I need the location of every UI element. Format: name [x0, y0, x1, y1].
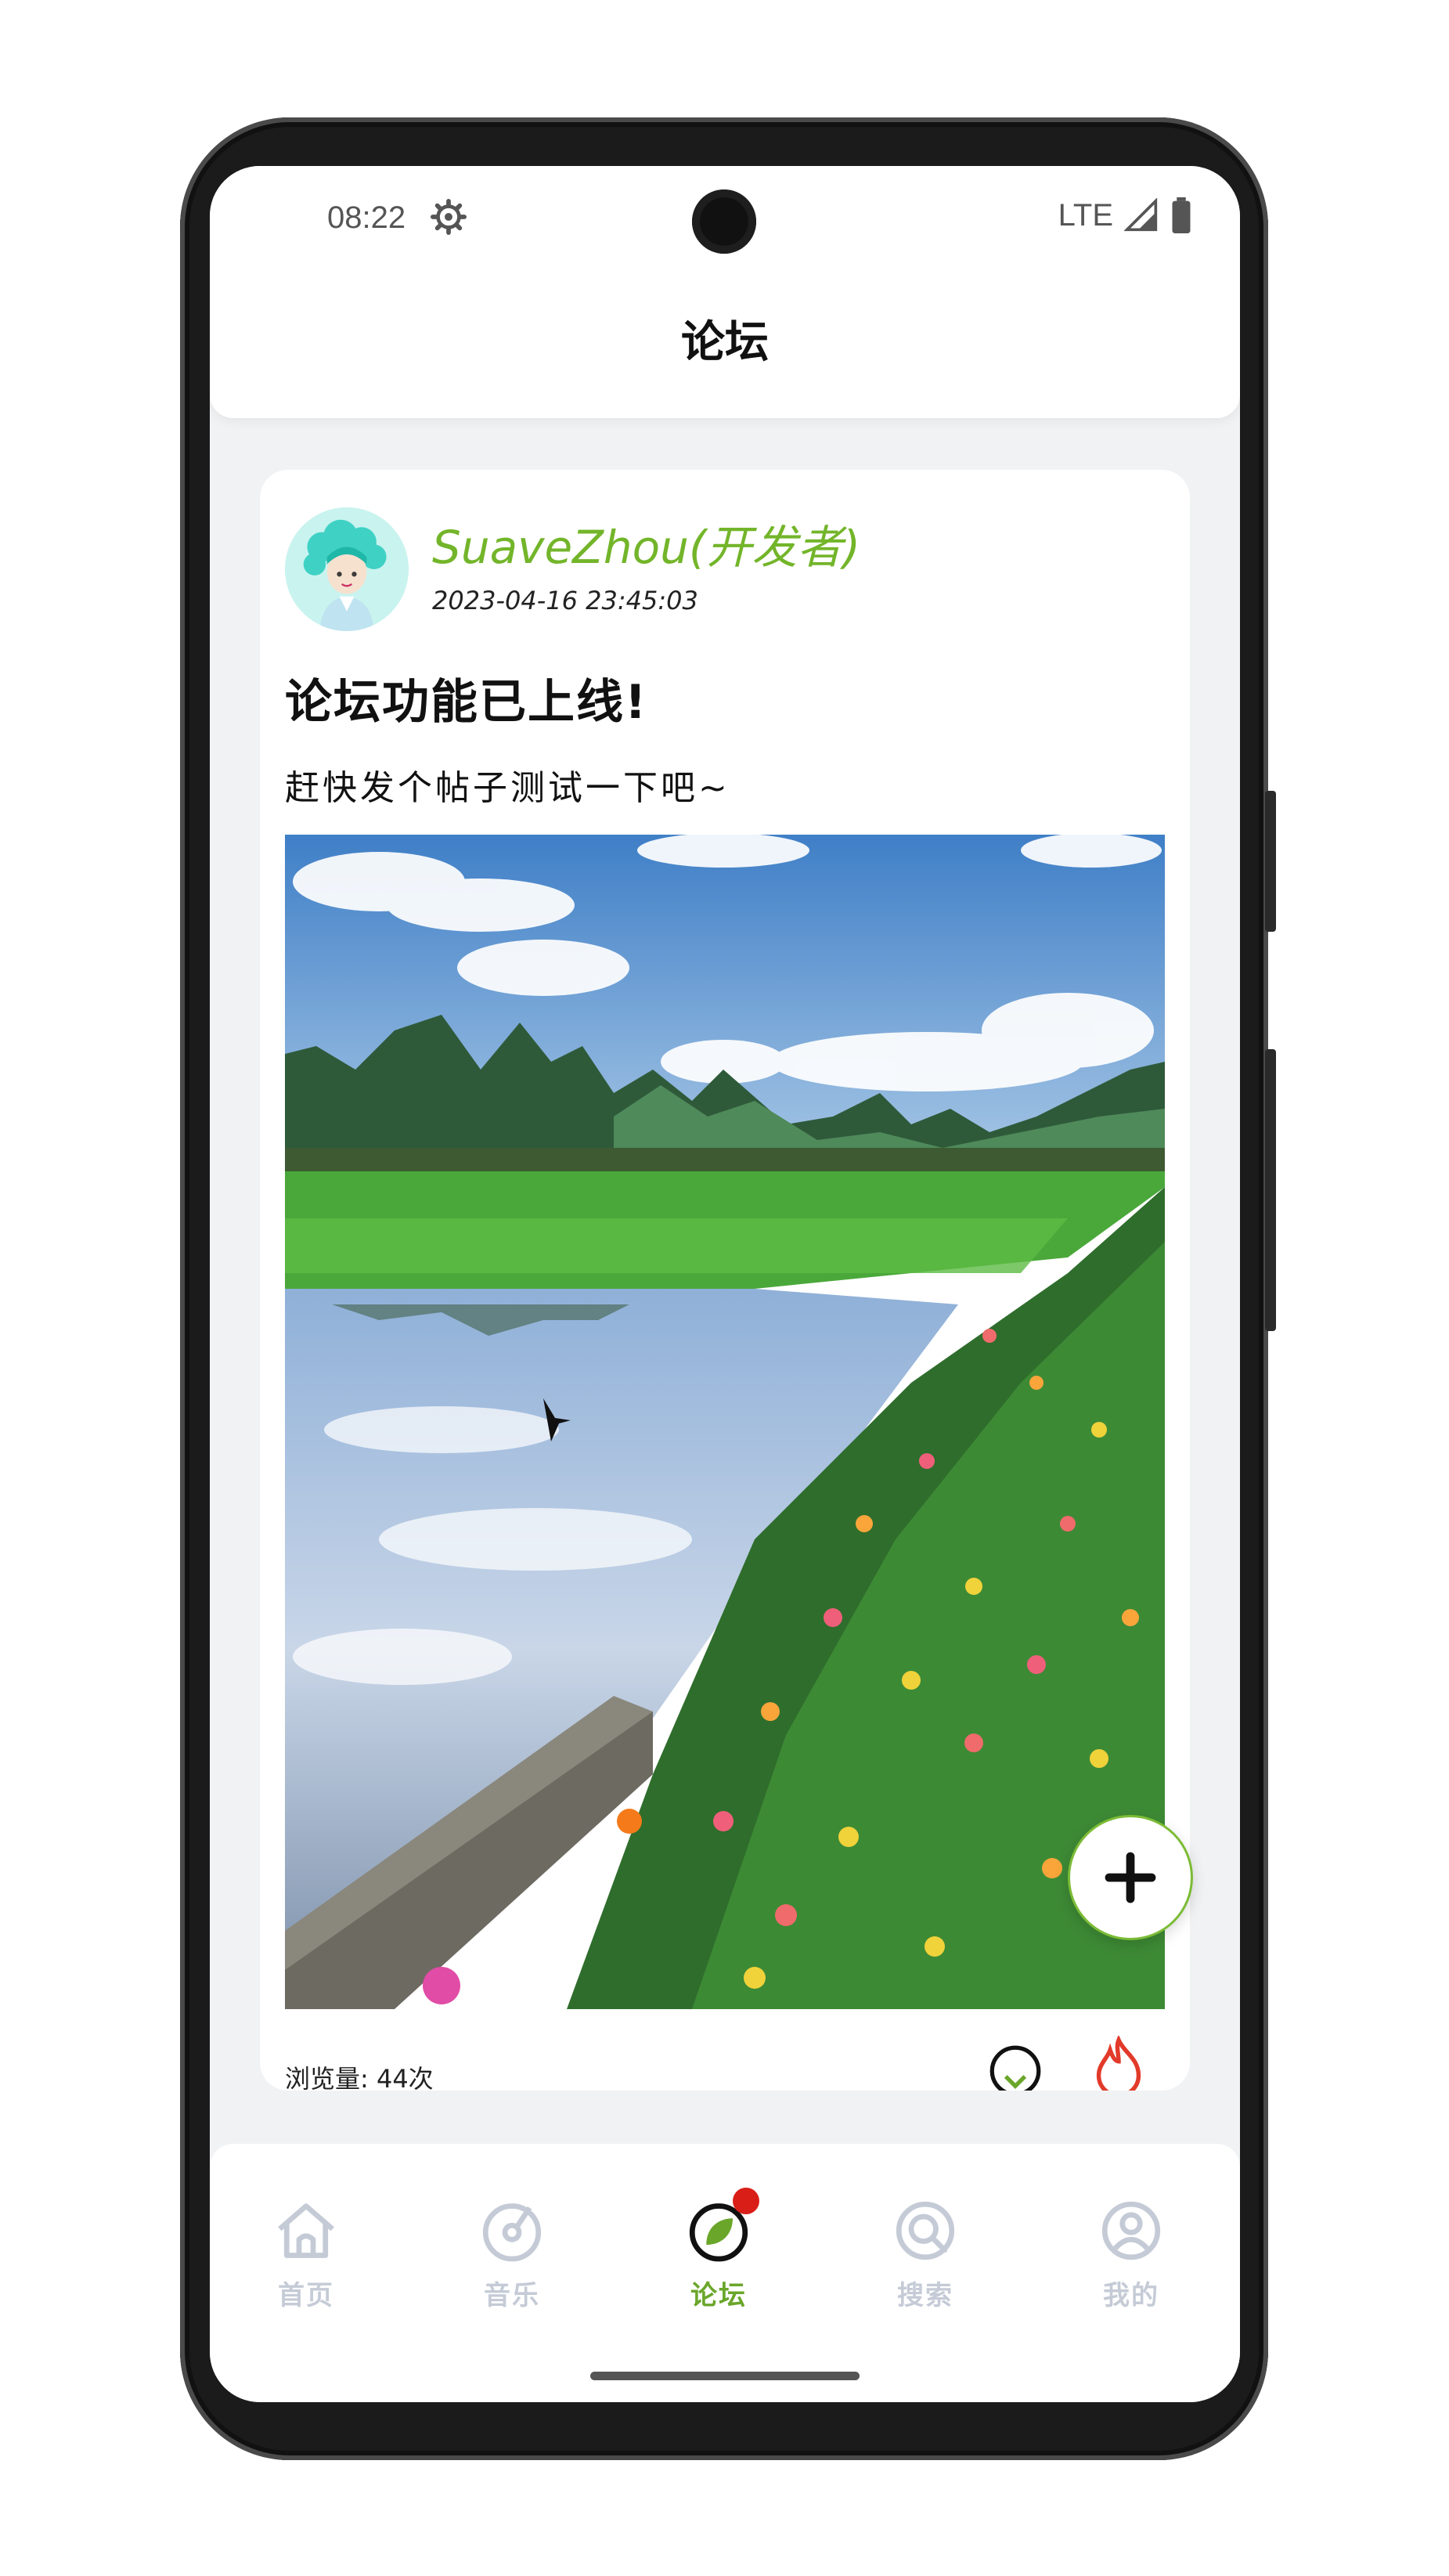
- signal-icon: [1124, 198, 1158, 232]
- nav-label-home: 首页: [278, 2280, 334, 2311]
- status-indicators: LTE: [1058, 197, 1193, 233]
- home-indicator[interactable]: [590, 2372, 860, 2380]
- settings-gear-icon: [431, 199, 467, 235]
- status-time: 08:22: [327, 200, 406, 235]
- nav-item-forum[interactable]: 论坛: [656, 2188, 781, 2312]
- home-icon: [278, 2203, 334, 2258]
- bottom-navigation: 首页 音乐 论坛 搜索 我的: [210, 2144, 1240, 2402]
- post-body: 赶快发个帖子测试一下吧~: [285, 768, 730, 808]
- fire-icon[interactable]: [1090, 2036, 1148, 2091]
- page-title: 论坛: [681, 317, 769, 368]
- post-timestamp: 2023-04-16 23:45:03: [432, 586, 698, 615]
- plus-icon: [1105, 1852, 1156, 1903]
- post-image[interactable]: [285, 835, 1165, 2009]
- add-post-button[interactable]: [1068, 1815, 1193, 1940]
- app-screen: 08:22 LTE 论坛 SuaveZhou(开发者) 2023-04-16 2…: [210, 166, 1240, 2402]
- nav-item-music[interactable]: 音乐: [449, 2195, 575, 2312]
- power-button: [1265, 791, 1276, 932]
- like-icon[interactable]: [988, 2044, 1043, 2091]
- nav-label-profile: 我的: [1103, 2280, 1159, 2311]
- nav-item-search[interactable]: 搜索: [863, 2195, 988, 2312]
- post-title: 论坛功能已上线!: [285, 675, 648, 730]
- front-camera: [692, 189, 756, 254]
- user-avatar[interactable]: [285, 507, 409, 631]
- nav-item-profile[interactable]: 我的: [1069, 2195, 1194, 2312]
- volume-button: [1265, 1049, 1276, 1331]
- app-header: 08:22 LTE 论坛: [210, 166, 1240, 418]
- notification-badge: [733, 2188, 759, 2214]
- profile-icon: [1101, 2201, 1161, 2260]
- nav-label-forum: 论坛: [690, 2280, 747, 2311]
- nav-label-music: 音乐: [484, 2280, 540, 2311]
- battery-icon: [1172, 197, 1191, 233]
- nav-label-search: 搜索: [897, 2280, 953, 2311]
- view-count: 浏览量: 44次: [285, 2064, 434, 2091]
- nav-item-home[interactable]: 首页: [243, 2195, 369, 2312]
- network-type: LTE: [1058, 197, 1113, 233]
- music-icon: [482, 2203, 542, 2262]
- post-author[interactable]: SuaveZhou(开发者): [432, 511, 860, 576]
- post-card[interactable]: SuaveZhou(开发者) 2023-04-16 23:45:03 论坛功能已…: [260, 470, 1190, 2091]
- search-icon: [896, 2201, 955, 2260]
